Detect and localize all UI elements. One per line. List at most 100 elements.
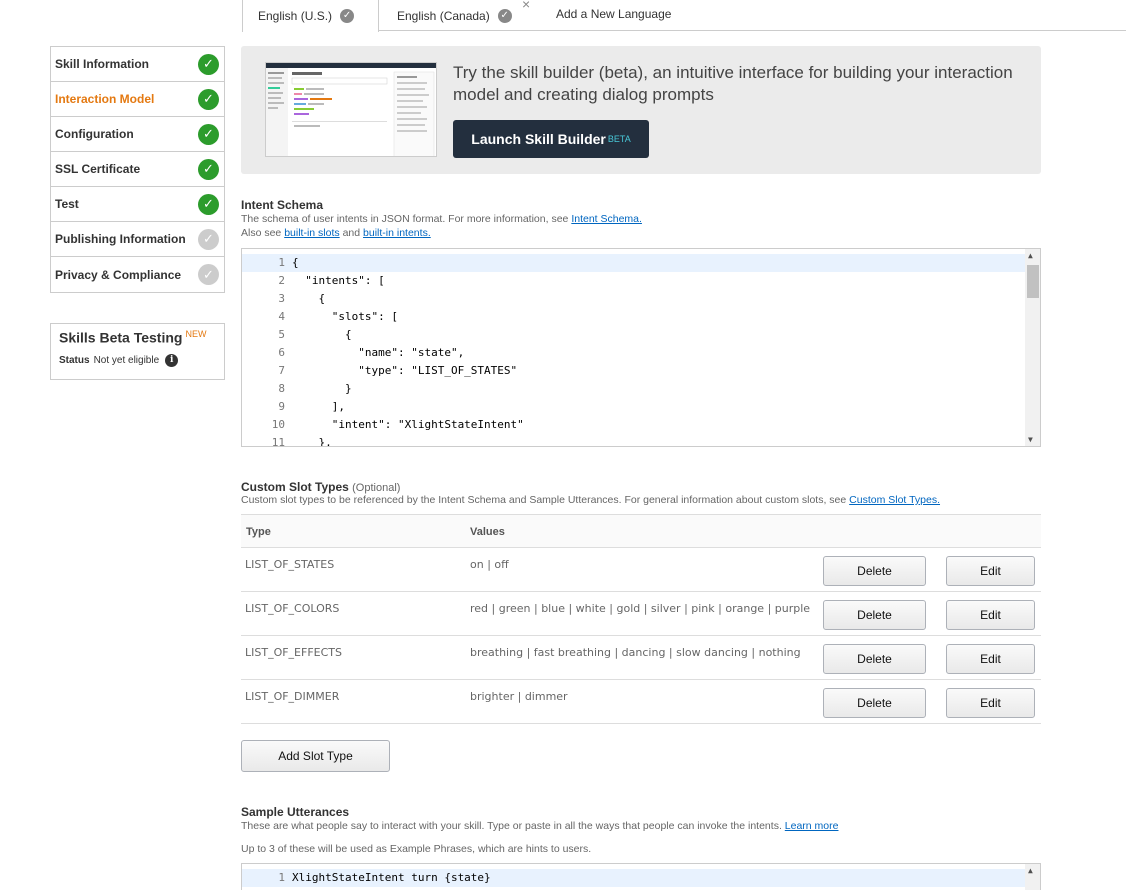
check-circle-icon: ✓: [198, 158, 219, 180]
learn-more-link[interactable]: Learn more: [785, 820, 839, 832]
intent-schema-link[interactable]: Intent Schema.: [571, 213, 642, 225]
custom-slot-table: Type Values LIST_OF_STATES on | off Dele…: [241, 514, 1041, 724]
code-text: ],: [292, 400, 345, 413]
built-in-slots-link[interactable]: built-in slots: [284, 227, 339, 239]
line-number: 2: [278, 274, 285, 287]
code-line: 11 },: [242, 434, 1026, 447]
intent-schema-description: The schema of user intents in JSON forma…: [241, 212, 1041, 240]
code-line: 6 "name": "state",: [242, 344, 1026, 362]
slot-type-values: breathing | fast breathing | dancing | s…: [470, 646, 801, 659]
sidebar-nav: Skill Information ✓ Interaction Model ✓ …: [50, 46, 225, 293]
delete-button[interactable]: Delete: [823, 600, 926, 630]
code-line: 1{: [242, 254, 1026, 272]
code-line: 7 "type": "LIST_OF_STATES": [242, 362, 1026, 380]
line-number: 1: [278, 256, 285, 269]
and-text: and: [342, 227, 361, 239]
line-number: 10: [271, 418, 285, 431]
slot-type-name: LIST_OF_COLORS: [245, 602, 340, 615]
delete-button[interactable]: Delete: [823, 644, 926, 674]
beta-testing-panel: Skills Beta Testing NEW Status Not yet el…: [50, 323, 225, 380]
beta-badge: BETA: [607, 134, 631, 144]
code-text: {: [292, 256, 299, 269]
tab-english-canada[interactable]: English (Canada) ✓: [397, 0, 532, 31]
intent-schema-editor[interactable]: 1{ 2 "intents": [ 3 { 4 "slots": [ 5 { 6…: [241, 248, 1041, 447]
status-value: Not yet eligible: [93, 354, 160, 366]
sidebar-item-interaction-model[interactable]: Interaction Model ✓: [51, 82, 224, 117]
beta-testing-title: Skills Beta Testing NEW: [59, 329, 216, 346]
line-number: 11: [271, 436, 285, 447]
custom-slot-types-title: Custom Slot Types (Optional): [241, 480, 400, 494]
check-circle-icon: ✓: [198, 193, 219, 215]
sample-utterances-desc-text: These are what people say to interact wi…: [241, 820, 782, 832]
code-line: 1 XlightStateIntent turn {state}: [242, 869, 1026, 887]
edit-button[interactable]: Edit: [946, 688, 1035, 718]
sidebar-item-configuration[interactable]: Configuration ✓: [51, 117, 224, 152]
sidebar-item-test[interactable]: Test ✓: [51, 187, 224, 222]
scroll-up-icon[interactable]: ▲: [1028, 251, 1033, 260]
line-number: 6: [278, 346, 285, 359]
add-slot-type-button[interactable]: Add Slot Type: [241, 740, 390, 772]
beta-testing-title-text: Skills Beta Testing: [59, 329, 183, 346]
check-icon: ✓: [497, 8, 512, 23]
column-header-values: Values: [470, 526, 505, 538]
example-phrases-hint: Up to 3 of these will be used as Example…: [241, 843, 592, 855]
code-line: 8 }: [242, 380, 1026, 398]
code-text: "intents": [: [292, 274, 385, 287]
check-circle-icon: ✓: [198, 88, 219, 110]
custom-slot-types-description: Custom slot types to be referenced by th…: [241, 493, 1041, 507]
language-tabs: English (U.S.) ✓ English (Canada) ✓ × Ad…: [0, 0, 1126, 32]
tab-label: English (U.S.): [258, 9, 333, 23]
beta-status: Status Not yet eligible i: [59, 353, 216, 367]
tab-english-us[interactable]: English (U.S.) ✓: [242, 0, 379, 32]
scrollbar-thumb[interactable]: [1027, 265, 1039, 298]
table-row: LIST_OF_COLORS red | green | blue | whit…: [241, 592, 1041, 636]
code-line: 3 {: [242, 290, 1026, 308]
check-circle-icon: ✓: [198, 264, 219, 285]
sidebar-item-label: Configuration: [55, 127, 134, 141]
close-icon[interactable]: ×: [522, 0, 530, 12]
editor-scrollbar[interactable]: ▲ ▼: [1025, 249, 1040, 446]
line-number: 5: [278, 328, 285, 341]
table-row: LIST_OF_DIMMER brighter | dimmer Delete …: [241, 680, 1041, 724]
status-label: Status: [59, 354, 90, 366]
code-text: XlightStateIntent turn {state}: [292, 871, 491, 884]
slot-type-name: LIST_OF_EFFECTS: [245, 646, 342, 659]
intent-schema-desc-text: The schema of user intents in JSON forma…: [241, 213, 569, 225]
table-row: LIST_OF_EFFECTS breathing | fast breathi…: [241, 636, 1041, 680]
code-line: 10 "intent": "XlightStateIntent": [242, 416, 1026, 434]
edit-button[interactable]: Edit: [946, 556, 1035, 586]
line-number: 7: [278, 364, 285, 377]
code-text: {: [292, 328, 352, 341]
code-text: "type": "LIST_OF_STATES": [292, 364, 518, 377]
sample-utterances-editor[interactable]: 1 XlightStateIntent turn {state} ▲: [241, 863, 1041, 890]
editor-scrollbar[interactable]: ▲: [1025, 864, 1040, 890]
built-in-intents-link[interactable]: built-in intents.: [363, 227, 431, 239]
delete-button[interactable]: Delete: [823, 556, 926, 586]
scroll-down-icon[interactable]: ▼: [1028, 435, 1033, 444]
table-header: Type Values: [241, 514, 1041, 548]
code-text: }: [292, 382, 352, 395]
launch-skill-builder-button[interactable]: Launch Skill Builder BETA: [453, 120, 649, 158]
code-text: "intent": "XlightStateIntent": [292, 418, 524, 431]
line-number: 3: [278, 292, 285, 305]
slot-type-values: brighter | dimmer: [470, 690, 568, 703]
edit-button[interactable]: Edit: [946, 600, 1035, 630]
intent-schema-title: Intent Schema: [241, 198, 324, 212]
edit-button[interactable]: Edit: [946, 644, 1035, 674]
slot-type-name: LIST_OF_DIMMER: [245, 690, 340, 703]
slot-type-values: on | off: [470, 558, 509, 571]
skill-builder-preview-image: [266, 63, 436, 156]
add-language-link[interactable]: Add a New Language: [556, 0, 671, 29]
custom-slot-types-link[interactable]: Custom Slot Types.: [849, 494, 940, 506]
sidebar-item-ssl-certificate[interactable]: SSL Certificate ✓: [51, 152, 224, 187]
sidebar-item-privacy-compliance[interactable]: Privacy & Compliance ✓: [51, 257, 224, 292]
sidebar-item-label: Interaction Model: [55, 92, 155, 106]
line-number: 9: [278, 400, 285, 413]
sidebar-item-skill-information[interactable]: Skill Information ✓: [51, 47, 224, 82]
scroll-up-icon[interactable]: ▲: [1028, 866, 1033, 875]
sidebar-item-publishing-information[interactable]: Publishing Information ✓: [51, 222, 224, 257]
info-icon[interactable]: i: [165, 353, 179, 367]
custom-slot-types-title-text: Custom Slot Types: [241, 480, 349, 494]
delete-button[interactable]: Delete: [823, 688, 926, 718]
sidebar-item-label: SSL Certificate: [55, 162, 141, 176]
